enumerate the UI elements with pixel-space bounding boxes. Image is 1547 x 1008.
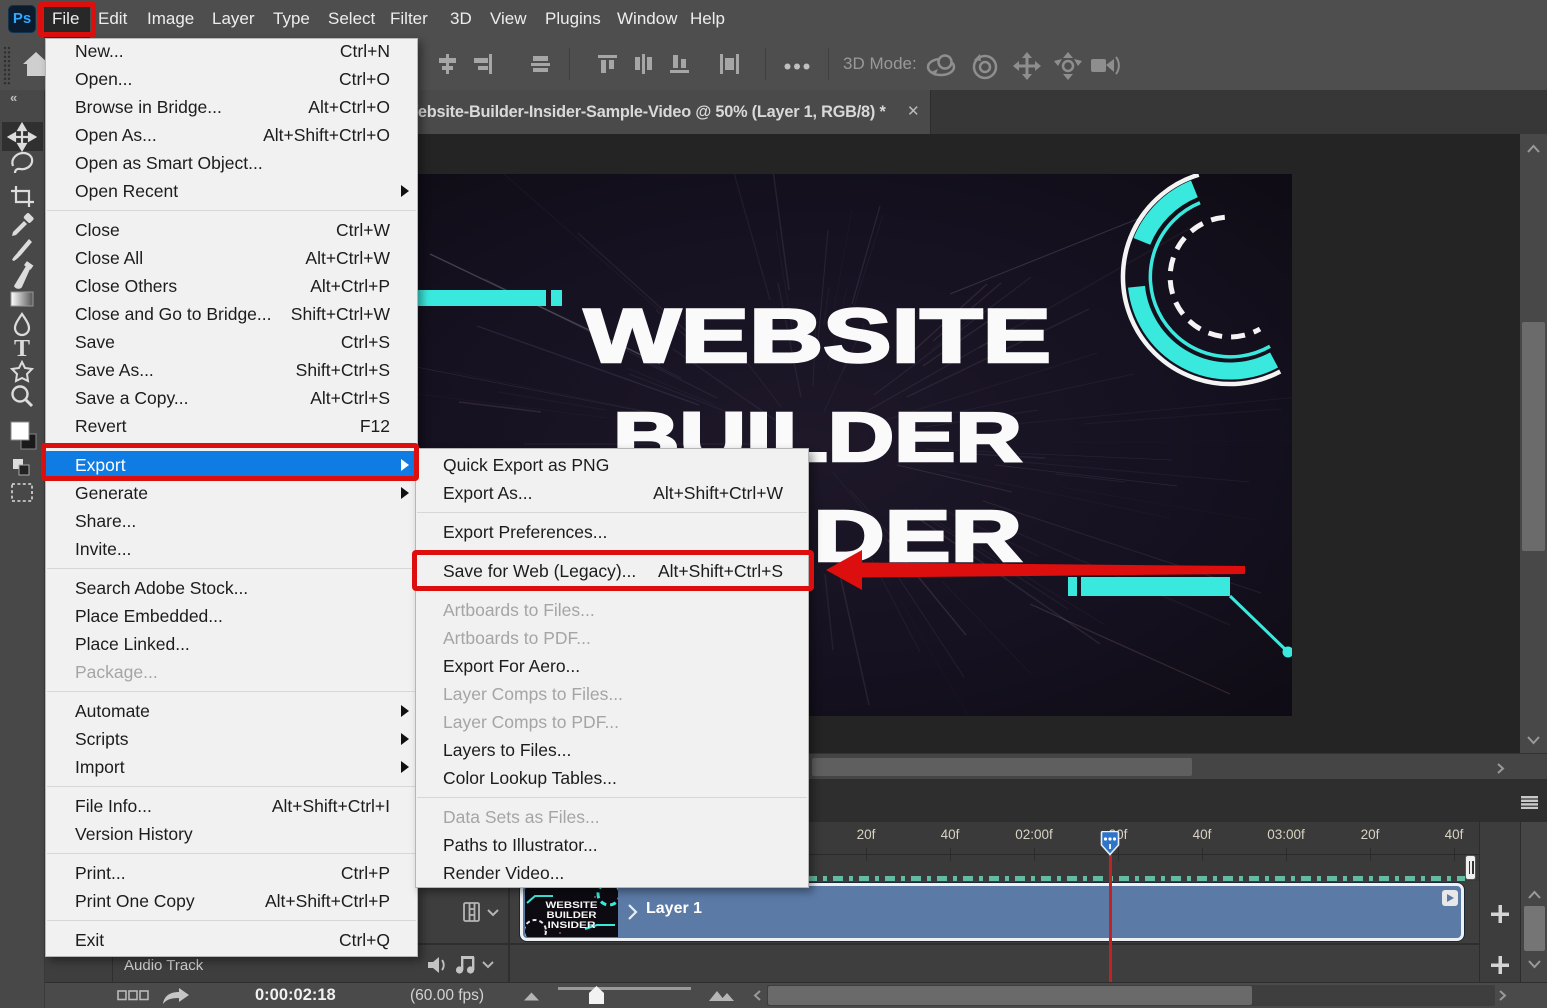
svg-text:T: T	[14, 336, 30, 362]
svg-text:«: «	[10, 90, 17, 105]
svg-text:INSIDER: INSIDER	[548, 920, 596, 931]
svg-text:WEBSITE: WEBSITE	[584, 294, 1051, 379]
